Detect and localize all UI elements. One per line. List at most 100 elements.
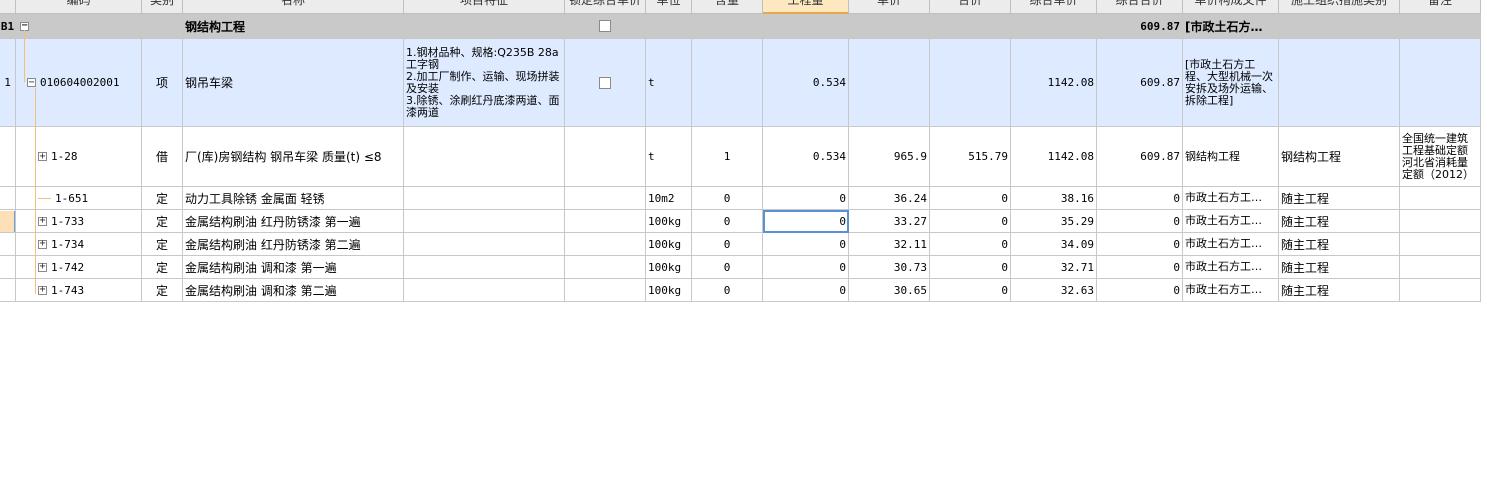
cell-name[interactable]: 金属结构刷油 调和漆 第二遍 xyxy=(183,279,404,302)
cell-remark[interactable] xyxy=(1400,39,1481,127)
column-header-feature[interactable]: 项目特征 xyxy=(404,0,565,14)
cell-remark[interactable] xyxy=(1400,14,1481,39)
cell-measure[interactable]: 随主工程 xyxy=(1279,256,1400,279)
expand-icon[interactable]: + xyxy=(38,239,47,249)
cell-total[interactable]: 0 xyxy=(930,210,1011,233)
quota-row[interactable]: +1-733 定 金属结构刷油 红丹防锈漆 第一遍 100kg 0 0 33.27 0 35.2… xyxy=(0,210,1481,233)
cell-idx[interactable] xyxy=(0,233,16,256)
column-header-remark[interactable]: 备注 xyxy=(1400,0,1481,14)
cell-price[interactable] xyxy=(849,14,930,39)
collapse-icon[interactable]: − xyxy=(27,77,36,87)
cell-total[interactable] xyxy=(930,14,1011,39)
cell-remark[interactable] xyxy=(1400,279,1481,302)
cell-feature[interactable]: 1.钢材品种、规格:Q235B 28a工字钢 2.加工厂制作、运输、现场拼装及安… xyxy=(404,39,565,127)
cell-total[interactable]: 515.79 xyxy=(930,127,1011,187)
cell-unit[interactable]: 10m2 xyxy=(646,187,692,210)
cell-lock[interactable] xyxy=(565,256,646,279)
cell-qty[interactable] xyxy=(763,14,849,39)
cell-content[interactable] xyxy=(692,39,763,127)
cell-measure[interactable]: 随主工程 xyxy=(1279,233,1400,256)
cell-qty[interactable]: 0 xyxy=(763,233,849,256)
cell-lock[interactable] xyxy=(565,14,646,39)
expand-icon[interactable]: + xyxy=(38,216,47,226)
cell-doc[interactable]: [市政土石方… xyxy=(1183,14,1279,39)
column-header-name[interactable]: 名称 xyxy=(183,0,404,14)
cell-unit[interactable]: t xyxy=(646,39,692,127)
lock-price-checkbox[interactable] xyxy=(599,76,611,89)
column-header-type[interactable]: 类别 xyxy=(142,0,183,14)
cell-unit[interactable] xyxy=(646,14,692,39)
cell-name[interactable]: 钢结构工程 xyxy=(183,14,404,39)
cell-comp-total[interactable]: 0 xyxy=(1097,279,1183,302)
cell-feature[interactable] xyxy=(404,187,565,210)
cell-measure[interactable]: 随主工程 xyxy=(1279,187,1400,210)
column-header-measure[interactable]: 施工组织措施类别 xyxy=(1279,0,1400,14)
cell-lock[interactable] xyxy=(565,127,646,187)
cell-price[interactable]: 30.73 xyxy=(849,256,930,279)
cell-comp-price[interactable]: 38.16 xyxy=(1011,187,1097,210)
cell-idx[interactable]: B1 xyxy=(0,14,16,39)
cell-code[interactable]: − xyxy=(16,14,142,39)
cell-type[interactable]: 借 xyxy=(142,127,183,187)
cell-lock[interactable] xyxy=(565,39,646,127)
cell-comp-total[interactable]: 0 xyxy=(1097,187,1183,210)
cell-doc[interactable]: 钢结构工程 xyxy=(1183,127,1279,187)
cell-feature[interactable] xyxy=(404,233,565,256)
cell-unit[interactable]: 100kg xyxy=(646,279,692,302)
cell-feature[interactable] xyxy=(404,256,565,279)
expand-icon[interactable]: + xyxy=(38,151,47,161)
cell-measure[interactable]: 随主工程 xyxy=(1279,279,1400,302)
cell-lock[interactable] xyxy=(565,233,646,256)
cell-idx[interactable] xyxy=(0,127,16,187)
cell-price[interactable]: 965.9 xyxy=(849,127,930,187)
cell-price[interactable] xyxy=(849,39,930,127)
cell-comp-price[interactable]: 1142.08 xyxy=(1011,127,1097,187)
cell-qty[interactable]: 0.534 xyxy=(763,39,849,127)
cell-remark[interactable] xyxy=(1400,187,1481,210)
column-header-lock[interactable]: 锁定综合单价 xyxy=(565,0,646,14)
column-header-content[interactable]: 含量 xyxy=(692,0,763,14)
cell-feature[interactable] xyxy=(404,210,565,233)
column-header-qty[interactable]: 工程量 xyxy=(763,0,849,14)
column-header-doc[interactable]: 单价构成文件 xyxy=(1183,0,1279,14)
cell-name[interactable]: 金属结构刷油 红丹防锈漆 第二遍 xyxy=(183,233,404,256)
cell-total[interactable]: 0 xyxy=(930,256,1011,279)
expand-icon[interactable]: + xyxy=(38,262,47,272)
cell-comp-price[interactable]: 32.71 xyxy=(1011,256,1097,279)
cell-comp-total[interactable]: 0 xyxy=(1097,233,1183,256)
cell-idx[interactable] xyxy=(0,256,16,279)
cell-comp-total[interactable]: 609.87 xyxy=(1097,14,1183,39)
cell-comp-total[interactable]: 0 xyxy=(1097,256,1183,279)
cell-comp-price[interactable] xyxy=(1011,14,1097,39)
cell-content[interactable] xyxy=(692,14,763,39)
cell-name[interactable]: 金属结构刷油 红丹防锈漆 第一遍 xyxy=(183,210,404,233)
cell-doc[interactable]: 市政土石方工… xyxy=(1183,279,1279,302)
cell-comp-price[interactable]: 1142.08 xyxy=(1011,39,1097,127)
cell-content[interactable]: 0 xyxy=(692,279,763,302)
cell-remark[interactable] xyxy=(1400,233,1481,256)
cell-name[interactable]: 厂(库)房钢结构 钢吊车梁 质量(t) ≤8 xyxy=(183,127,404,187)
cell-total[interactable]: 0 xyxy=(930,279,1011,302)
cell-price[interactable]: 33.27 xyxy=(849,210,930,233)
cell-measure[interactable]: 随主工程 xyxy=(1279,210,1400,233)
bill-item-row[interactable]: 1 −010604002001 项 钢吊车梁 1.钢材品种、规格:Q235B 28a工字… xyxy=(0,39,1481,127)
cell-unit[interactable]: 100kg xyxy=(646,256,692,279)
cell-idx[interactable]: 1 xyxy=(0,39,16,127)
cell-doc[interactable]: 市政土石方工… xyxy=(1183,256,1279,279)
group-row[interactable]: B1− 钢结构工程 609.87 [市政土石方… xyxy=(0,14,1481,39)
quota-row[interactable]: +1-742 定 金属结构刷油 调和漆 第一遍 100kg 0 0 30.73 0 32.71 0… xyxy=(0,256,1481,279)
cell-total[interactable]: 0 xyxy=(930,187,1011,210)
quota-row[interactable]: +1-743 定 金属结构刷油 调和漆 第二遍 100kg 0 0 30.65 0 32.63 0… xyxy=(0,279,1481,302)
cell-total[interactable]: 0 xyxy=(930,233,1011,256)
column-header-idx[interactable] xyxy=(0,0,16,14)
quota-row[interactable]: +1-28 借 厂(库)房钢结构 钢吊车梁 质量(t) ≤8 t 1 0.534 965.9… xyxy=(0,127,1481,187)
cell-doc[interactable]: 市政土石方工… xyxy=(1183,187,1279,210)
cell-content[interactable]: 0 xyxy=(692,233,763,256)
cell-idx[interactable] xyxy=(0,279,16,302)
cell-feature[interactable] xyxy=(404,127,565,187)
cell-type[interactable]: 定 xyxy=(142,187,183,210)
cell-lock[interactable] xyxy=(565,187,646,210)
cell-feature[interactable] xyxy=(404,279,565,302)
cell-content[interactable]: 0 xyxy=(692,256,763,279)
cell-lock[interactable] xyxy=(565,279,646,302)
